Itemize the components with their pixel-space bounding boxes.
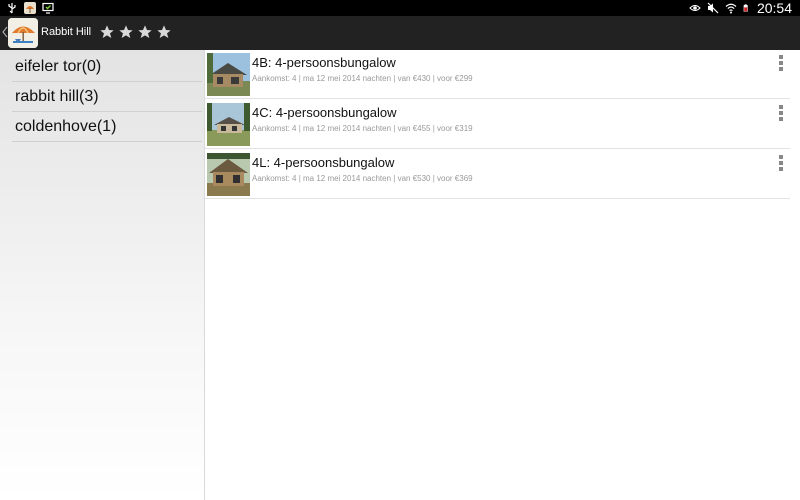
star-icon: [100, 25, 114, 38]
sidebar-item-coldenhove[interactable]: coldenhove(1): [12, 112, 202, 142]
list-item[interactable]: 4B: 4-persoonsbungalow Aankomst: 4 | ma …: [205, 50, 790, 99]
star-icon: [119, 25, 133, 38]
sidebar-item-eifeler-tor[interactable]: eifeler tor(0): [12, 52, 202, 82]
status-bar-right-icons: 20:54: [689, 0, 792, 16]
screen-icon: [42, 2, 54, 14]
eye-icon: [689, 5, 701, 11]
battery-icon: [743, 4, 748, 12]
mute-icon: [707, 2, 719, 14]
overflow-menu-icon[interactable]: [776, 105, 786, 121]
bungalow-thumbnail: [207, 153, 250, 196]
bungalow-title: 4B: 4-persoonsbungalow: [252, 55, 396, 70]
status-bar-left-icons: [6, 1, 54, 15]
action-bar: Rabbit Hill: [0, 16, 800, 50]
status-bar: 20:54: [0, 0, 800, 16]
beach-umbrella-icon: [8, 18, 38, 48]
bungalow-details: Aankomst: 4 | ma 12 mei 2014 nachten | v…: [252, 174, 473, 183]
status-time: 20:54: [756, 0, 792, 16]
bungalow-title: 4C: 4-persoonsbungalow: [252, 105, 397, 120]
bungalow-thumbnail: [207, 103, 250, 146]
wifi-icon: [725, 3, 737, 14]
bungalow-title: 4L: 4-persoonsbungalow: [252, 155, 395, 170]
bungalow-details: Aankomst: 4 | ma 12 mei 2014 nachten | v…: [252, 124, 473, 133]
sidebar-item-rabbit-hill[interactable]: rabbit hill(3): [12, 82, 202, 112]
star-icon: [138, 25, 152, 38]
app-title: Rabbit Hill: [41, 26, 92, 38]
star-icon: [157, 25, 171, 38]
bungalow-details: Aankomst: 4 | ma 12 mei 2014 nachten | v…: [252, 74, 473, 83]
bungalow-list: 4B: 4-persoonsbungalow Aankomst: 4 | ma …: [205, 50, 800, 500]
app-notification-icon: [24, 2, 36, 14]
usb-icon: [8, 3, 16, 14]
list-item[interactable]: 4L: 4-persoonsbungalow Aankomst: 4 | ma …: [205, 150, 790, 199]
overflow-menu-icon[interactable]: [776, 55, 786, 71]
bungalow-thumbnail: [207, 53, 250, 96]
overflow-menu-icon[interactable]: [776, 155, 786, 171]
star-rating: [99, 24, 172, 40]
park-sidebar: eifeler tor(0) rabbit hill(3) coldenhove…: [0, 50, 205, 500]
app-logo[interactable]: [8, 18, 38, 48]
list-item[interactable]: 4C: 4-persoonsbungalow Aankomst: 4 | ma …: [205, 100, 790, 149]
